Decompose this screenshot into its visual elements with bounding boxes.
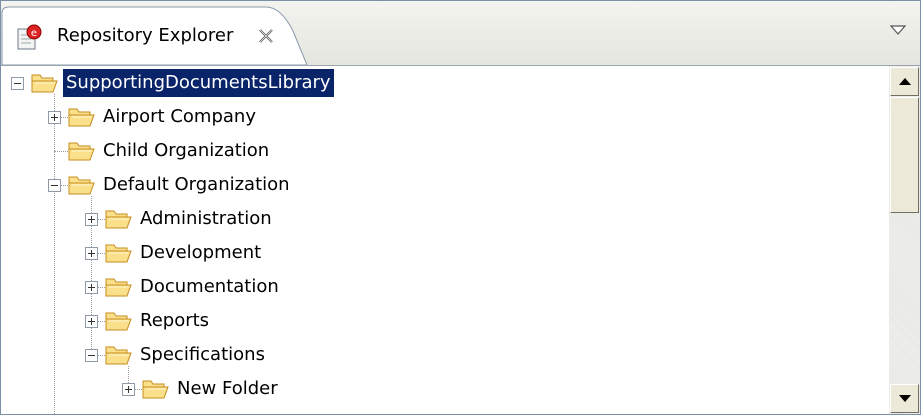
collapse-icon[interactable]	[11, 77, 24, 90]
tree-item[interactable]: Reports	[1, 306, 888, 336]
scrollbar-thumb[interactable]	[890, 97, 919, 213]
open-folder-icon	[105, 208, 133, 230]
tree-item[interactable]: Airport Company	[1, 102, 888, 132]
open-folder-icon	[68, 106, 96, 128]
tree-item[interactable]: Administration	[1, 204, 888, 234]
tree-item-label[interactable]: Reports	[137, 307, 212, 335]
arrow-up-icon	[899, 78, 911, 85]
tree-item[interactable]: New Folder	[1, 374, 888, 404]
open-folder-icon	[31, 72, 59, 94]
open-folder-icon	[105, 242, 133, 264]
tree-item-label[interactable]: Documentation	[137, 273, 282, 301]
tree-item[interactable]: Development	[1, 238, 888, 268]
svg-text:e: e	[31, 28, 37, 39]
expand-icon[interactable]	[85, 315, 98, 328]
open-folder-icon	[142, 378, 170, 400]
tree-item[interactable]: Specifications	[1, 340, 888, 370]
view-tab-strip: e Repository Explorer	[1, 1, 920, 66]
vertical-scrollbar[interactable]	[889, 66, 920, 414]
expand-icon[interactable]	[122, 383, 135, 396]
tree-item-label[interactable]: Specifications	[137, 341, 268, 369]
tree-item-label[interactable]: Administration	[137, 205, 275, 233]
tab-title: Repository Explorer	[57, 25, 234, 46]
tree-item-label[interactable]: Child Organization	[100, 137, 272, 165]
close-icon[interactable]	[257, 27, 275, 45]
view-menu-chevron-down-icon[interactable]	[889, 21, 907, 35]
expand-icon[interactable]	[85, 247, 98, 260]
tree-item[interactable]: Documentation	[1, 272, 888, 302]
tree-item-label[interactable]: New Folder	[174, 375, 281, 403]
open-folder-icon	[105, 310, 133, 332]
tree-item[interactable]: Child Organization	[1, 136, 888, 166]
expand-icon[interactable]	[48, 111, 61, 124]
repository-tree[interactable]: SupportingDocumentsLibrary Airport Compan…	[1, 66, 888, 414]
tab-repository-explorer[interactable]: e Repository Explorer	[1, 1, 316, 65]
collapse-icon[interactable]	[85, 349, 98, 362]
expand-icon[interactable]	[85, 213, 98, 226]
arrow-down-icon	[899, 395, 911, 402]
tree-item-label[interactable]: Development	[137, 239, 264, 267]
open-folder-icon	[105, 276, 133, 298]
tree-item-label[interactable]: Default Organization	[100, 171, 293, 199]
tree-connector	[54, 151, 68, 152]
scroll-down-button[interactable]	[890, 384, 919, 413]
collapse-icon[interactable]	[48, 179, 61, 192]
repository-explorer-icon: e	[17, 23, 43, 51]
open-folder-icon	[105, 344, 133, 366]
tree-item[interactable]: SupportingDocumentsLibrary	[1, 68, 888, 98]
tree-item-label[interactable]: Airport Company	[100, 103, 259, 131]
open-folder-icon	[68, 174, 96, 196]
tree-item[interactable]: Default Organization	[1, 170, 888, 200]
open-folder-icon	[68, 140, 96, 162]
tree-item-label[interactable]: SupportingDocumentsLibrary	[63, 69, 334, 97]
expand-icon[interactable]	[85, 281, 98, 294]
scroll-up-button[interactable]	[890, 67, 919, 96]
repository-explorer-view: e Repository Explorer SupportingDocument…	[0, 0, 921, 415]
